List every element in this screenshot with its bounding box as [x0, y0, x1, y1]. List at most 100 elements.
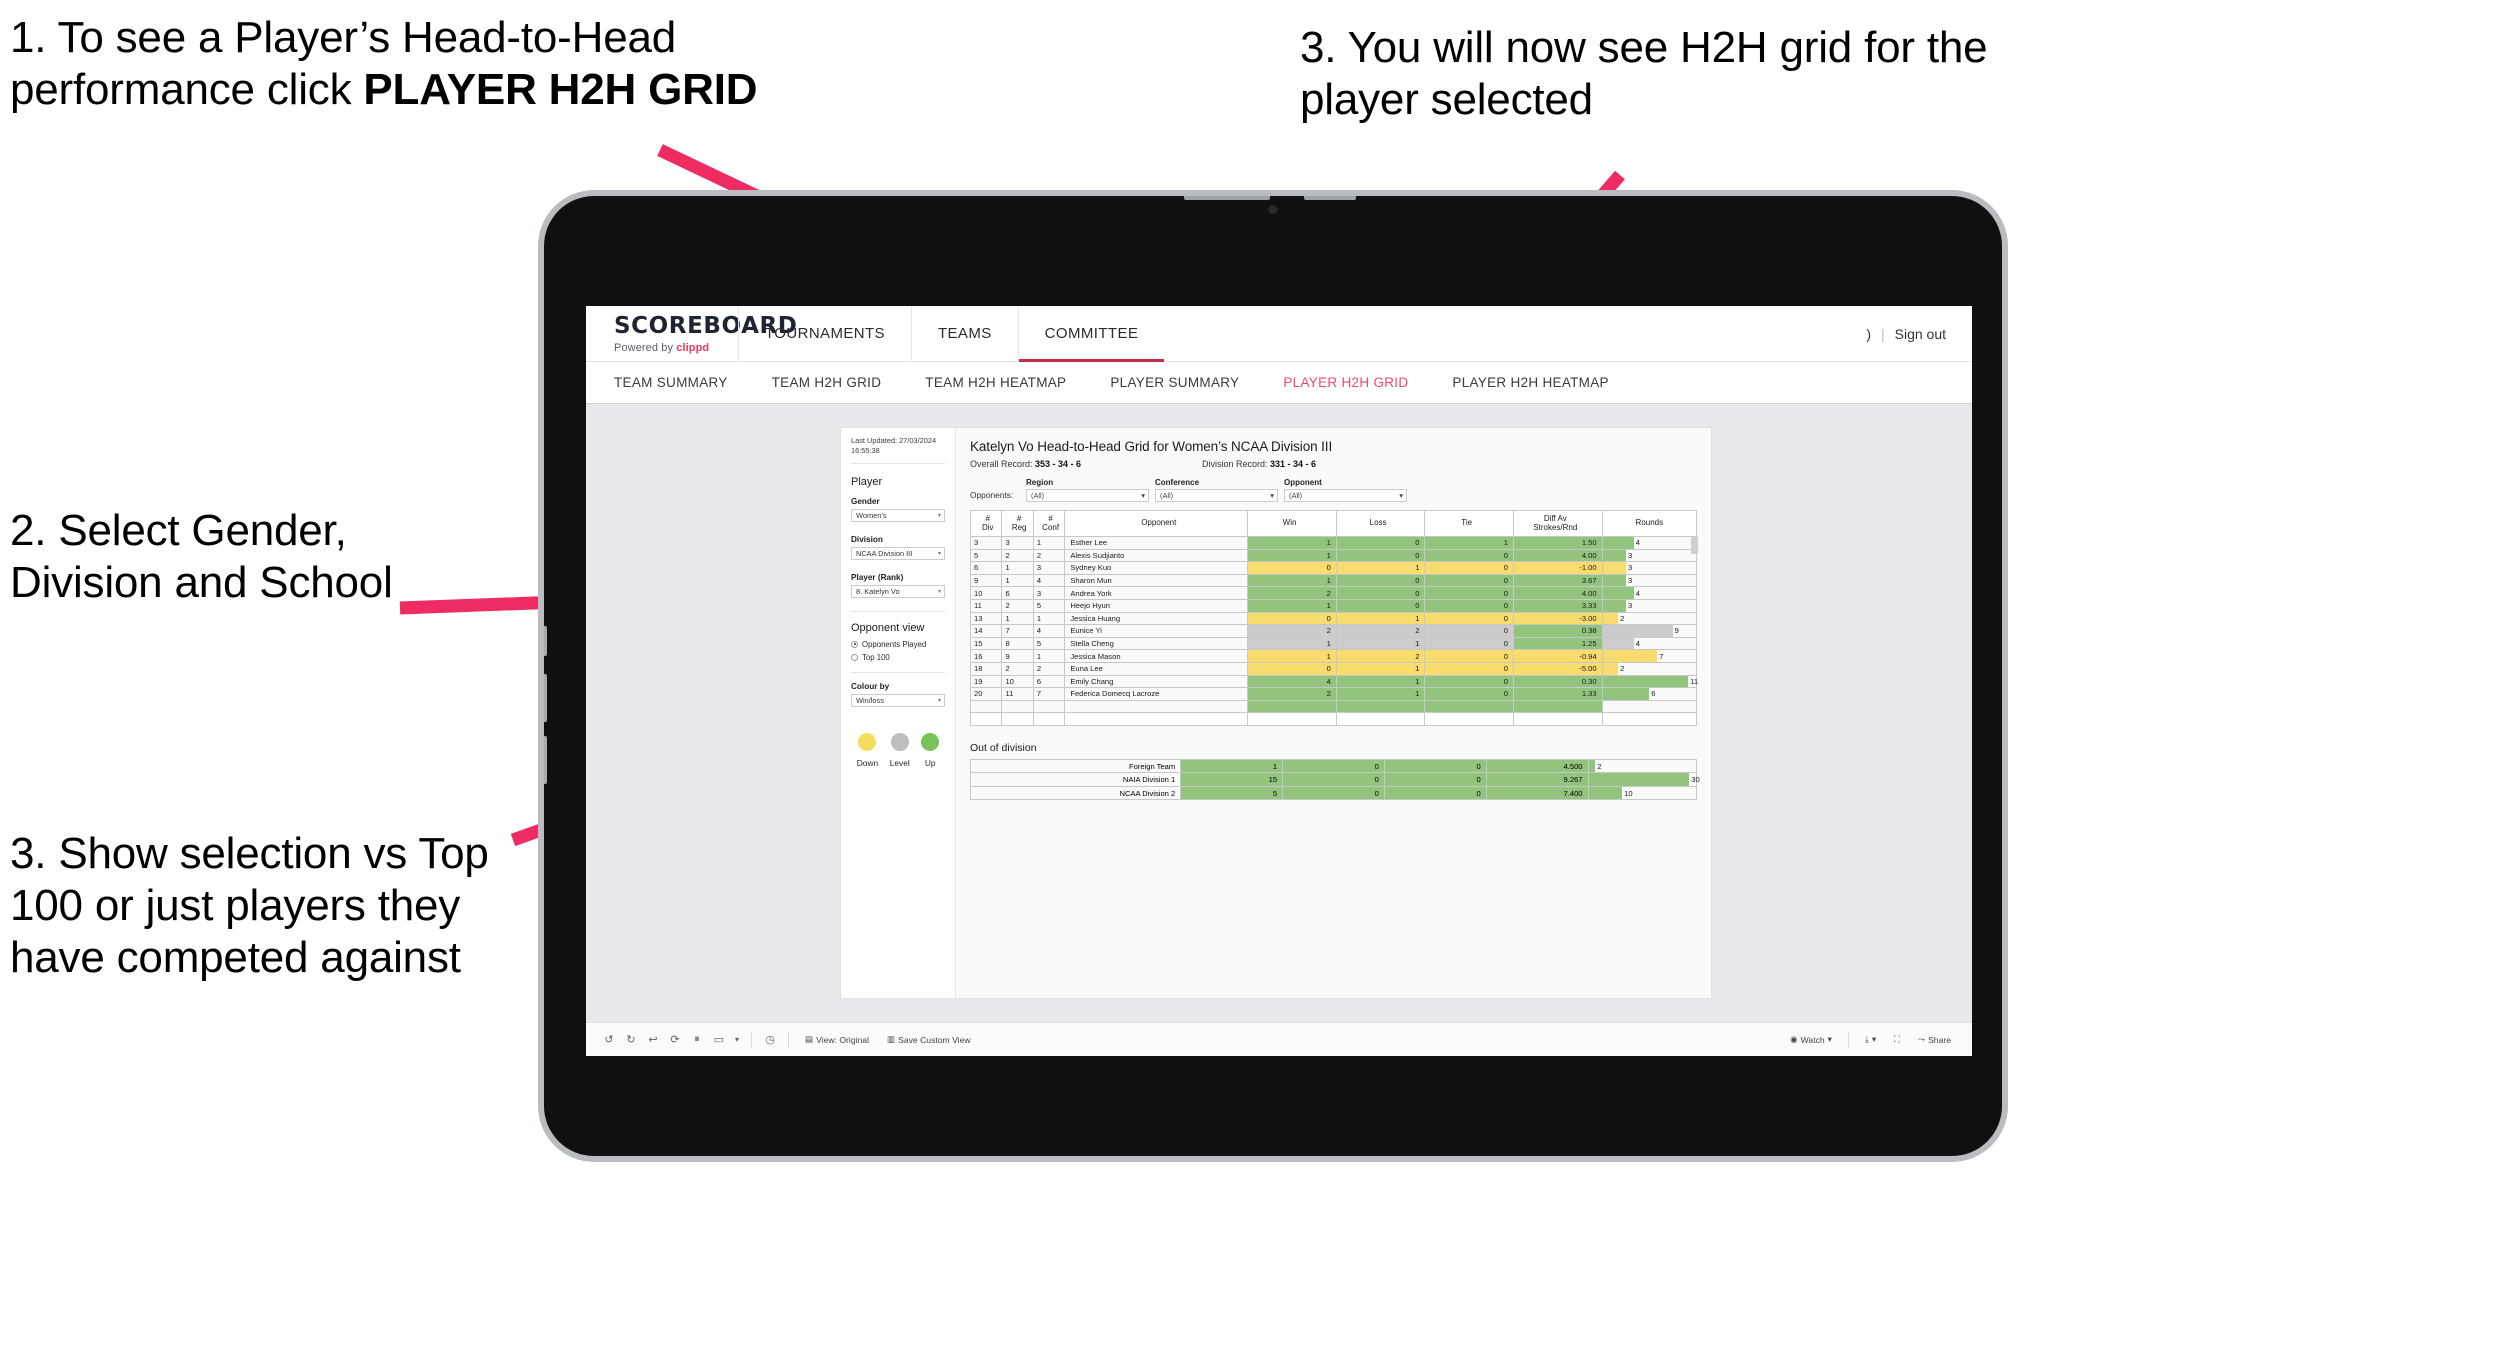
table-row[interactable]: 18 2 2 Euna Lee 0 1 0 -5.00 2 [969, 661, 1698, 676]
brand-logo[interactable]: SCOREBOARD Powered by clippd [586, 306, 797, 361]
subnav-player-h2h-grid[interactable]: PLAYER H2H GRID [1283, 375, 1430, 390]
h2h-grid-table: # Div # Reg # Conf Opponent Win Loss Tie Di… [969, 510, 1698, 726]
dashboard-icon[interactable]: ▭ [708, 1033, 730, 1046]
table-row[interactable]: 11 2 5 Heejo Hyun 1 0 0 3.33 3 [969, 598, 1698, 613]
out-of-division-row[interactable]: Foreign Team 1 0 0 4.500 2 [969, 758, 1698, 774]
conference-select[interactable]: (All) ▾ [1155, 489, 1278, 502]
subnav-team-h2h-heatmap[interactable]: TEAM H2H HEATMAP [925, 375, 1088, 390]
download-button[interactable]: ⤓ ▾ [1856, 1034, 1885, 1045]
vertical-scrollbar[interactable] [1691, 537, 1698, 554]
conference-label: Conference [1155, 478, 1200, 487]
annotation-step-3: 3. Show selection vs Top 100 or just pla… [10, 829, 489, 982]
out-of-division-row[interactable]: NCAA Division 2 5 0 0 7.400 10 [969, 785, 1698, 801]
watch-button[interactable]: ◉ Watch ▾ [1781, 1034, 1841, 1045]
power-button[interactable] [1304, 196, 1356, 200]
table-row[interactable]: 19 10 6 Emily Chang 4 1 0 0.30 11 [969, 674, 1698, 689]
division-record: Division Record: 331 - 34 - 6 [1202, 459, 1316, 469]
opponent-select[interactable]: (All) ▾ [1284, 489, 1407, 502]
radio-opponents-played[interactable]: Opponents Played [851, 640, 945, 649]
save-label: Save Custom View [898, 1034, 971, 1045]
undo-icon[interactable]: ↺ [598, 1033, 620, 1046]
cell-opponent: Eunice Yi [1064, 624, 1249, 638]
pause-icon[interactable]: ⏸ [686, 1033, 708, 1046]
nav-committee[interactable]: COMMITTEE [1017, 306, 1165, 362]
side-button-3[interactable] [544, 736, 547, 784]
cell-loss: 0 [1335, 536, 1426, 550]
cell-diff: 0.38 [1513, 624, 1603, 638]
table-row[interactable]: 10 6 3 Andrea York 2 0 0 4.00 4 [969, 586, 1698, 600]
cell-reg: 2 [1001, 598, 1034, 613]
nav-teams[interactable]: TEAMS [910, 306, 1018, 361]
out-of-division-row[interactable]: NAIA Division 1 15 0 0 9.267 30 [969, 772, 1700, 787]
side-button-2[interactable] [544, 674, 547, 722]
cell-tie: 0 [1424, 687, 1515, 701]
nav-tournaments[interactable]: TOURNAMENTS [738, 306, 911, 361]
legend-down-dot-icon [858, 732, 877, 751]
sign-out-link[interactable]: Sign out [1895, 326, 1946, 342]
cell-rounds: 3 [1601, 548, 1698, 563]
player-section-heading: Player [851, 475, 883, 488]
viz-toolbar: ↺ ↻ ↩ ⟳ ⏸ ▭ ▾ ◷ ▤ View: Original ▥ Save Cu… [586, 1022, 1972, 1056]
subnav-team-h2h-grid[interactable]: TEAM H2H GRID [772, 375, 904, 390]
chevron-down-icon[interactable]: ▾ [730, 1035, 744, 1044]
cell-div: 5 [969, 548, 1003, 563]
table-row[interactable]: 16 9 1 Jessica Mason 1 2 0 -0.94 7 [969, 649, 1698, 663]
cell-reg: 9 [1001, 649, 1034, 663]
clock-icon[interactable]: ◷ [759, 1033, 781, 1046]
cell-clipped [1601, 699, 1698, 714]
division-select[interactable]: NCAA Division III ▾ [851, 546, 945, 560]
opponent-value: (All) [1289, 491, 1303, 500]
conference-value: (All) [1160, 491, 1174, 500]
cell-conf: 4 [1032, 624, 1066, 638]
cell-opponent: Heejo Hyun [1064, 598, 1249, 613]
cell-loss: 2 [1335, 624, 1426, 638]
cell-tie: 0 [1424, 649, 1515, 663]
side-button-1[interactable] [544, 626, 547, 656]
rounds-bar [1588, 786, 1623, 800]
colour-by-select[interactable]: Win/loss ▾ [851, 693, 945, 707]
sheet-title: Katelyn Vo Head-to-Head Grid for Women’s… [970, 439, 1333, 454]
subnav-team-summary[interactable]: TEAM SUMMARY [614, 375, 750, 390]
subnav-player-summary[interactable]: PLAYER SUMMARY [1110, 375, 1261, 390]
table-row[interactable]: 14 7 4 Eunice Yi 2 2 0 0.38 9 [969, 624, 1698, 638]
table-row[interactable]: 5 2 2 Alexis Sudjianto 1 0 0 4.00 3 [969, 548, 1698, 563]
table-row[interactable]: 20 11 7 Federica Domecq Lacroze 2 1 0 1.33 6 [969, 687, 1698, 701]
cell-conf: 2 [1032, 661, 1066, 676]
subnav-player-h2h-heatmap[interactable]: PLAYER H2H HEATMAP [1452, 375, 1630, 390]
overall-record-label: Overall Record: [970, 459, 1036, 469]
share-icon: ⤳ [1918, 1034, 1926, 1044]
table-row[interactable]: 9 1 4 Sharon Mun 1 0 0 3.67 3 [969, 573, 1698, 588]
table-row[interactable]: 6 1 3 Sydney Kuo 0 1 0 -1.00 3 [969, 561, 1698, 575]
view-original-button[interactable]: ▤ View: Original [796, 1034, 878, 1045]
volume-button[interactable] [1184, 196, 1270, 200]
out-of-division-title: Out of division [970, 741, 1037, 754]
save-custom-view-button[interactable]: ▥ Save Custom View [878, 1034, 980, 1045]
cell-loss: 1 [1335, 636, 1426, 651]
cell-diff: 1.25 [1513, 636, 1603, 651]
table-row[interactable]: 15 8 5 Stella Cheng 1 1 0 1.25 4 [969, 636, 1698, 651]
radio-top-100[interactable]: Top 100 [851, 653, 945, 662]
share-button[interactable]: ⤳ Share [1909, 1034, 1960, 1045]
view-label: View: Original [816, 1034, 869, 1045]
chevron-down-icon: ▾ [937, 697, 941, 704]
chevron-down-icon: ▾ [1827, 1034, 1832, 1044]
gender-select[interactable]: Women’s ▾ [851, 508, 945, 522]
user-account-icon[interactable]: ) [1866, 326, 1871, 342]
refresh-icon[interactable]: ⟳ [664, 1033, 686, 1046]
cell-empty [1032, 712, 1066, 726]
cell-name: Foreign Team [969, 758, 1182, 774]
table-row[interactable]: 13 1 1 Jessica Huang 0 1 0 -3.00 2 [969, 611, 1698, 626]
divider [851, 671, 945, 673]
cell-div: 10 [969, 586, 1003, 600]
cell-win: 2 [1247, 687, 1337, 701]
redo-icon[interactable]: ↻ [620, 1033, 642, 1046]
rounds-value: 10 [1624, 788, 1633, 798]
legend-level-dot-icon [890, 732, 909, 751]
revert-icon[interactable]: ↩ [642, 1033, 664, 1046]
toolbar-right-group: ◉ Watch ▾ ⤓ ▾ ⛶ ⤳ Share [1781, 1032, 1960, 1047]
region-select[interactable]: (All) ▾ [1026, 489, 1149, 502]
table-row-clipped [969, 699, 1698, 714]
table-row[interactable]: 3 3 1 Esther Lee 1 0 1 1.50 4 [969, 536, 1698, 550]
player-rank-select[interactable]: 8. Katelyn Vo ▾ [851, 584, 945, 598]
fullscreen-button[interactable]: ⛶ [1885, 1034, 1909, 1045]
